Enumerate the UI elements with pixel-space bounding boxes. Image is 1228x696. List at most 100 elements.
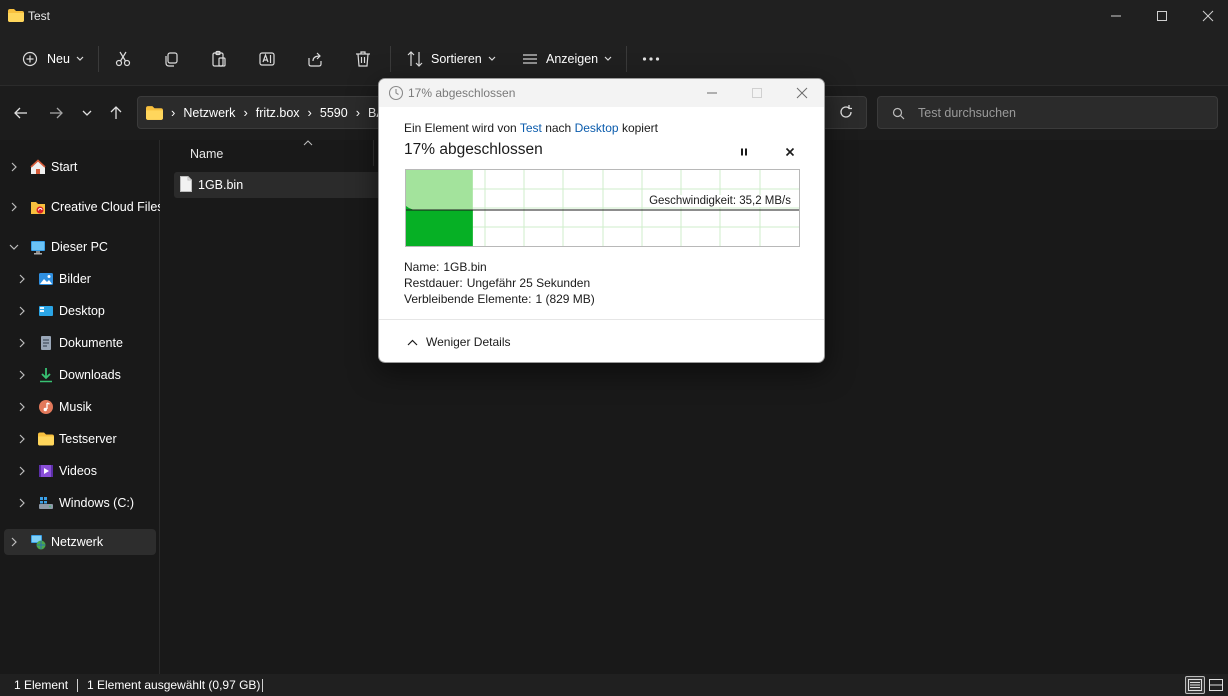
dialog-close-button[interactable] — [779, 79, 824, 107]
toolbar-separator — [626, 46, 627, 72]
name-label: Name: — [404, 260, 440, 274]
remaining-items-value: 1 (829 MB) — [535, 292, 595, 306]
copy-description-suffix: kopiert — [621, 121, 658, 135]
close-icon — [796, 87, 808, 99]
table-row[interactable]: 1GB.bin — [174, 172, 384, 198]
sidebar-item-label: Windows (C:) — [59, 496, 135, 510]
drive-icon — [39, 497, 53, 509]
chevron-right-icon[interactable] — [16, 497, 28, 509]
dialog-divider — [379, 319, 824, 320]
item-count: 1 Element — [14, 678, 69, 692]
sidebar-item-testserver[interactable]: Testserver — [4, 426, 156, 452]
chevron-right-icon: › — [307, 105, 312, 120]
more-button[interactable] — [640, 44, 662, 74]
view-button[interactable]: Anzeigen — [521, 44, 612, 74]
chevron-right-icon: › — [243, 105, 248, 120]
paste-button[interactable] — [210, 44, 228, 74]
sidebar-item-label: Creative Cloud Files — [51, 200, 164, 214]
copy-button[interactable] — [162, 44, 180, 74]
breadcrumb-item[interactable]: fritz.box — [256, 106, 300, 120]
chevron-up-icon — [407, 339, 418, 345]
arrow-left-icon — [14, 107, 27, 119]
breadcrumb-item[interactable]: Netzwerk — [183, 106, 235, 120]
rename-icon — [259, 52, 275, 66]
dialog-minimize-button[interactable] — [689, 79, 735, 107]
title-bar: Test — [0, 0, 1228, 32]
network-icon — [31, 535, 46, 550]
delete-button[interactable] — [354, 44, 372, 74]
up-button[interactable] — [105, 103, 127, 123]
breadcrumb: › Netzwerk › fritz.box › 5590 › BA — [138, 97, 385, 128]
pc-icon — [31, 241, 45, 255]
share-button[interactable] — [306, 44, 324, 74]
folder-icon — [146, 105, 163, 120]
details-view-button[interactable] — [1185, 676, 1205, 694]
destination-link[interactable]: Desktop — [575, 121, 619, 135]
chevron-down-icon — [82, 110, 92, 116]
pause-icon — [741, 148, 747, 156]
column-header-name[interactable]: Name — [190, 147, 223, 161]
chevron-right-icon[interactable] — [16, 369, 28, 381]
sidebar-item-label: Bilder — [59, 272, 91, 286]
search-input[interactable]: Test durchsuchen — [877, 96, 1218, 129]
sidebar-item-this-pc[interactable]: Dieser PC — [4, 234, 156, 260]
sort-ascending-icon — [303, 140, 313, 146]
forward-button[interactable] — [45, 103, 67, 123]
details-view-icon — [1188, 679, 1202, 691]
column-separator — [373, 140, 374, 166]
chevron-right-icon[interactable] — [16, 465, 28, 477]
toolbar-separator — [98, 46, 99, 72]
chevron-right-icon[interactable] — [8, 161, 20, 173]
refresh-button[interactable] — [838, 104, 854, 123]
rename-button[interactable] — [258, 44, 276, 74]
plus-circle-icon — [22, 51, 38, 67]
sidebar-item-windows-c[interactable]: Windows (C:) — [4, 490, 156, 516]
chevron-right-icon[interactable] — [8, 536, 20, 548]
chevron-right-icon[interactable] — [16, 337, 28, 349]
sidebar-item-label: Desktop — [59, 304, 105, 318]
remaining-time-label: Restdauer: — [404, 276, 463, 290]
pictures-icon — [39, 273, 53, 285]
maximize-button[interactable] — [1139, 0, 1185, 32]
sidebar-item-desktop[interactable]: Desktop — [4, 298, 156, 324]
sidebar-item-creative-cloud-files[interactable]: Creative Cloud Files — [4, 194, 164, 220]
chevron-right-icon[interactable] — [16, 433, 28, 445]
speed-label: Geschwindigkeit: 35,2 MB/s — [647, 195, 793, 207]
sidebar-item-network[interactable]: Netzwerk — [4, 529, 156, 555]
sort-button[interactable]: Sortieren — [406, 44, 496, 74]
close-button[interactable] — [1185, 0, 1228, 32]
tiles-view-button[interactable] — [1206, 676, 1226, 694]
sidebar-item-videos[interactable]: Videos — [4, 458, 156, 484]
sidebar-item-label: Testserver — [59, 432, 117, 446]
chevron-right-icon[interactable] — [8, 201, 20, 213]
pause-button[interactable] — [733, 142, 755, 162]
recent-locations-button[interactable] — [76, 103, 98, 123]
chevron-right-icon[interactable] — [16, 273, 28, 285]
navigation-pane: Start Creative Cloud Files Dieser PC Bil… — [0, 140, 164, 674]
breadcrumb-item[interactable]: 5590 — [320, 106, 348, 120]
arrow-up-icon — [110, 106, 122, 119]
clock-icon — [388, 85, 404, 101]
new-button[interactable]: Neu — [18, 44, 88, 74]
source-link[interactable]: Test — [520, 121, 542, 135]
minimize-button[interactable] — [1093, 0, 1139, 32]
sidebar-item-documents[interactable]: Dokumente — [4, 330, 156, 356]
back-button[interactable] — [10, 103, 32, 123]
sidebar-item-pictures[interactable]: Bilder — [4, 266, 156, 292]
less-details-button[interactable]: Weniger Details — [407, 335, 510, 349]
sidebar-item-label: Musik — [59, 400, 92, 414]
view-list-icon — [523, 54, 537, 64]
chevron-right-icon[interactable] — [16, 401, 28, 413]
sidebar-item-start[interactable]: Start — [4, 154, 156, 180]
sidebar-item-downloads[interactable]: Downloads — [4, 362, 156, 388]
cancel-button[interactable] — [779, 142, 801, 162]
chevron-down-icon[interactable] — [8, 241, 20, 253]
sidebar-item-label: Downloads — [59, 368, 121, 382]
sidebar-item-music[interactable]: Musik — [4, 394, 156, 420]
arrow-right-icon — [50, 107, 63, 119]
chevron-down-icon — [488, 56, 496, 61]
chevron-right-icon[interactable] — [16, 305, 28, 317]
music-icon — [39, 400, 53, 414]
cut-button[interactable] — [114, 44, 132, 74]
chevron-down-icon — [604, 56, 612, 61]
